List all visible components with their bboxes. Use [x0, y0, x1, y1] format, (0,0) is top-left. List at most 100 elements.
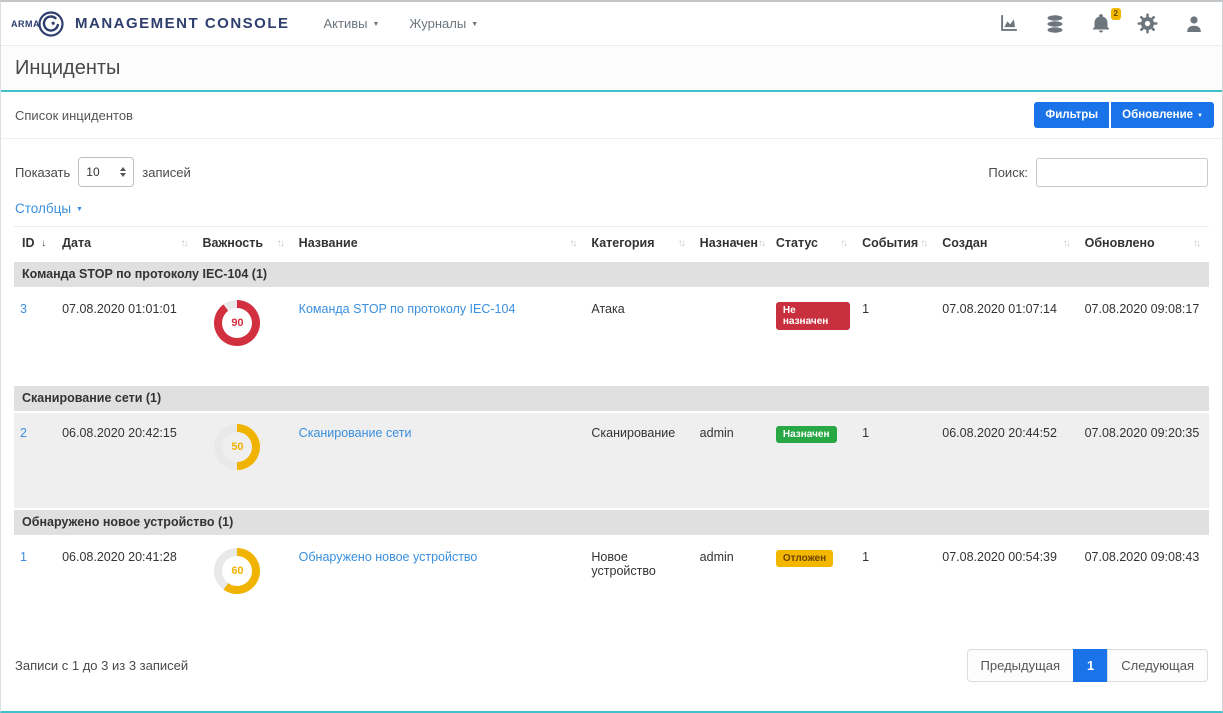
group-header-row: Команда STOP по протоколу IEC-104 (1)	[14, 261, 1209, 288]
page-title: Инциденты	[15, 57, 120, 80]
page-title-bar: Инциденты	[1, 46, 1222, 92]
incidents-table: ID↓ Дата↑↓ Важность↑↓ Название↑↓ Категор…	[14, 226, 1209, 633]
incident-date: 06.08.2020 20:41:28	[56, 536, 196, 633]
refresh-dropdown-button[interactable]: Обновление ▼	[1111, 102, 1214, 128]
menu-assets[interactable]: Активы ▼	[324, 16, 380, 31]
group-title: Сканирование сети (1)	[14, 385, 1209, 412]
sort-icon[interactable]: ↑↓	[569, 238, 579, 249]
page-length-control: Показать 10 записей	[15, 157, 191, 187]
menu-journals-label: Журналы	[409, 16, 466, 31]
incident-date: 06.08.2020 20:42:15	[56, 412, 196, 509]
group-header-row: Обнаружено новое устройство (1)	[14, 509, 1209, 536]
sort-icon[interactable]: ↑↓	[840, 238, 850, 249]
pagination-next-button[interactable]: Следующая	[1107, 649, 1208, 682]
incident-events-count: 1	[856, 412, 936, 509]
brand-title: MANAGEMENT CONSOLE	[75, 15, 290, 32]
column-header-severity[interactable]: Важность↑↓	[196, 227, 292, 261]
group-title: Команда STOP по протоколу IEC-104 (1)	[14, 261, 1209, 288]
incident-row: 1 06.08.2020 20:41:28 60 Обнаружено ново…	[14, 536, 1209, 633]
severity-donut: 50	[214, 424, 260, 470]
sort-icon[interactable]: ↑↓	[277, 238, 287, 249]
column-header-category[interactable]: Категория↑↓	[585, 227, 693, 261]
table-header-row: ID↓ Дата↑↓ Важность↑↓ Название↑↓ Категор…	[14, 227, 1209, 261]
severity-value: 60	[214, 548, 260, 594]
panel-actions: Фильтры Обновление ▼	[1034, 102, 1214, 128]
incident-assignee: admin	[694, 536, 770, 633]
group-title: Обнаружено новое устройство (1)	[14, 509, 1209, 536]
severity-value: 90	[214, 300, 260, 346]
records-label: записей	[142, 165, 190, 180]
menu-journals[interactable]: Журналы ▼	[409, 16, 478, 31]
incident-events-count: 1	[856, 288, 936, 385]
incident-assignee: admin	[694, 412, 770, 509]
incident-created: 07.08.2020 01:07:14	[936, 288, 1078, 385]
column-header-date[interactable]: Дата↑↓	[56, 227, 196, 261]
incident-date: 07.08.2020 01:01:01	[56, 288, 196, 385]
page-size-value: 10	[86, 165, 99, 179]
incidents-table-wrap: ID↓ Дата↑↓ Важность↑↓ Название↑↓ Категор…	[1, 220, 1222, 633]
incident-row: 3 07.08.2020 01:01:01 90 Команда STOP по…	[14, 288, 1209, 385]
incident-updated: 07.08.2020 09:08:17	[1079, 288, 1209, 385]
incident-id-link[interactable]: 3	[20, 302, 27, 316]
sort-desc-icon[interactable]: ↓	[41, 238, 50, 249]
sort-icon[interactable]: ↑↓	[1193, 238, 1203, 249]
incident-updated: 07.08.2020 09:08:43	[1079, 536, 1209, 633]
sort-icon[interactable]: ↑↓	[1063, 238, 1073, 249]
pagination: Предыдущая 1 Следующая	[967, 649, 1208, 682]
sort-icon[interactable]: ↑↓	[180, 238, 190, 249]
column-header-created[interactable]: Создан↑↓	[936, 227, 1078, 261]
column-header-name[interactable]: Название↑↓	[293, 227, 586, 261]
page-size-select[interactable]: 10	[78, 157, 134, 187]
database-icon[interactable]	[1045, 14, 1065, 34]
menu-assets-label: Активы	[324, 16, 368, 31]
column-header-status[interactable]: Статус↑↓	[770, 227, 856, 261]
pagination-page-1[interactable]: 1	[1073, 649, 1108, 682]
incident-name-link[interactable]: Команда STOP по протоколу IEC-104	[299, 302, 516, 316]
notification-count-badge: 2	[1111, 8, 1121, 20]
search-label: Поиск:	[988, 165, 1028, 180]
records-info: Записи с 1 до 3 из 3 записей	[15, 658, 188, 673]
incident-events-count: 1	[856, 536, 936, 633]
chevron-down-icon: ▼	[76, 206, 83, 213]
refresh-button-label: Обновление	[1122, 109, 1193, 121]
brand-arma-label: ARMA	[11, 19, 40, 29]
main-menu: Активы ▼ Журналы ▼	[324, 16, 479, 31]
filters-button[interactable]: Фильтры	[1034, 102, 1109, 128]
chevron-down-icon: ▼	[372, 21, 379, 28]
columns-dropdown[interactable]: Столбцы ▼	[15, 201, 83, 216]
severity-donut: 90	[214, 300, 260, 346]
spinner-icon	[120, 167, 126, 177]
column-header-events[interactable]: События↑↓	[856, 227, 936, 261]
dashboard-chart-icon[interactable]	[998, 13, 1019, 34]
incident-category: Атака	[585, 288, 693, 385]
search-control: Поиск:	[988, 158, 1208, 187]
pagination-prev-button[interactable]: Предыдущая	[967, 649, 1075, 682]
filters-button-label: Фильтры	[1045, 109, 1098, 121]
incident-created: 07.08.2020 00:54:39	[936, 536, 1078, 633]
settings-gear-icon[interactable]	[1137, 13, 1158, 34]
column-header-assignee[interactable]: Назначен↑↓	[694, 227, 770, 261]
incident-name-link[interactable]: Сканирование сети	[299, 426, 412, 440]
sort-icon[interactable]: ↑↓	[678, 238, 688, 249]
incident-id-link[interactable]: 2	[20, 426, 27, 440]
chevron-down-icon: ▼	[1197, 113, 1203, 119]
incident-name-link[interactable]: Обнаружено новое устройство	[299, 550, 478, 564]
sort-icon[interactable]: ↑↓	[920, 238, 930, 249]
incident-created: 06.08.2020 20:44:52	[936, 412, 1078, 509]
search-input[interactable]	[1036, 158, 1208, 187]
table-footer: Записи с 1 до 3 из 3 записей Предыдущая …	[1, 633, 1222, 682]
notifications-bell-icon[interactable]: 2	[1091, 13, 1111, 34]
sort-icon[interactable]: ↑↓	[758, 238, 768, 249]
column-header-updated[interactable]: Обновлено↑↓	[1079, 227, 1209, 261]
group-header-row: Сканирование сети (1)	[14, 385, 1209, 412]
column-header-id[interactable]: ID↓	[14, 227, 56, 261]
brand-logo[interactable]: ARMA MANAGEMENT CONSOLE	[11, 10, 290, 38]
user-profile-icon[interactable]	[1184, 14, 1204, 34]
app-window: ARMA MANAGEMENT CONSOLE Активы ▼ Журналы…	[0, 0, 1223, 713]
status-badge: Отложен	[776, 550, 833, 567]
incident-updated: 07.08.2020 09:20:35	[1079, 412, 1209, 509]
columns-label: Столбцы	[15, 201, 71, 216]
show-label: Показать	[15, 165, 70, 180]
arma-logo-icon	[37, 10, 65, 38]
incident-id-link[interactable]: 1	[20, 550, 27, 564]
